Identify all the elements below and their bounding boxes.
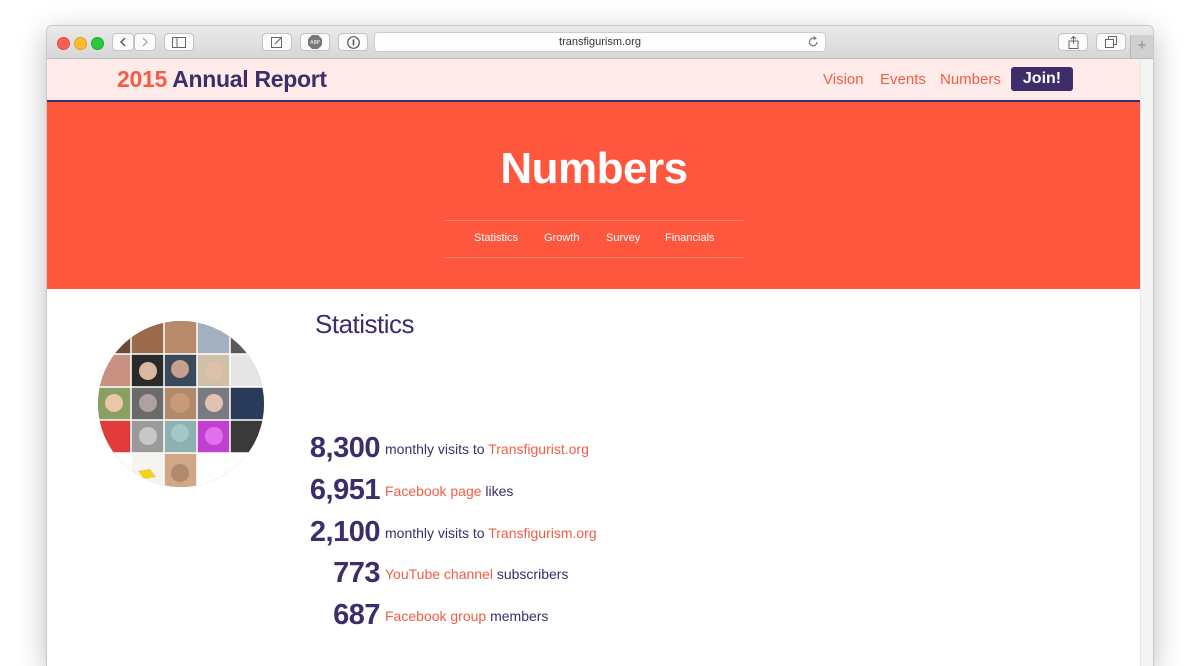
stat-row: 687 Facebook group members: [300, 597, 800, 633]
stat-row: 2,100 monthly visits to Transfigurism.or…: [300, 514, 800, 550]
nav-link-numbers[interactable]: Numbers: [940, 71, 1001, 88]
subnav-link-growth[interactable]: Growth: [544, 232, 579, 244]
collage-image: [98, 321, 264, 487]
subnav-link-survey[interactable]: Survey: [606, 232, 640, 244]
sidebar-icon: [172, 36, 186, 48]
address-bar[interactable]: transfigurism.org: [374, 32, 826, 52]
page-scrollbar-track[interactable]: [1140, 59, 1153, 666]
forward-button[interactable]: [134, 33, 156, 51]
member-photo-collage: [98, 321, 264, 487]
stat-description: Facebook group members: [385, 607, 548, 625]
stat-link-facebook-page[interactable]: Facebook page: [385, 483, 482, 499]
back-button[interactable]: [112, 33, 134, 51]
url-text: transfigurism.org: [559, 36, 641, 48]
new-tab-button[interactable]: +: [1130, 35, 1153, 58]
stat-text-after: members: [490, 608, 549, 624]
subnav-link-financials[interactable]: Financials: [665, 232, 715, 244]
reload-icon[interactable]: [808, 36, 819, 48]
info-icon: [346, 35, 360, 49]
stat-text-before: monthly visits to: [385, 441, 485, 457]
share-button[interactable]: [1058, 33, 1088, 51]
stat-text-after: subscribers: [496, 566, 569, 582]
share-icon: [1068, 35, 1078, 49]
stat-number: 8,300: [309, 432, 381, 464]
stat-description: Facebook page likes: [385, 482, 513, 500]
stat-row: 6,951 Facebook page likes: [300, 472, 800, 508]
tabs-icon: [1105, 36, 1117, 48]
stat-number: 6,951: [309, 474, 381, 506]
edit-icon: [271, 37, 282, 48]
stat-link-youtube-channel[interactable]: YouTube channel: [385, 566, 493, 582]
stat-link-facebook-group[interactable]: Facebook group: [385, 608, 486, 624]
zoom-window-button[interactable]: [91, 37, 104, 50]
stat-description: YouTube channel subscribers: [385, 565, 568, 583]
stat-text-after: likes: [485, 483, 514, 499]
minimize-window-button[interactable]: [74, 37, 87, 50]
nav-link-vision[interactable]: Vision: [823, 71, 864, 88]
brand-title: Annual Report: [172, 66, 327, 92]
info-button[interactable]: [338, 33, 368, 51]
stat-row: 773 YouTube channel subscribers: [300, 555, 800, 591]
subnav-link-statistics[interactable]: Statistics: [474, 232, 518, 244]
join-button[interactable]: Join!: [1011, 67, 1073, 91]
site-navbar: 2015 Annual Report Vision Events Numbers…: [47, 59, 1141, 102]
stat-number: 687: [333, 599, 380, 631]
svg-text:ABP: ABP: [310, 40, 320, 46]
adblock-button[interactable]: ABP: [300, 33, 330, 51]
stat-text-before: monthly visits to: [385, 525, 485, 541]
plus-icon: +: [1137, 37, 1147, 54]
stat-number: 773: [333, 557, 380, 589]
hero-banner: Numbers Statistics Growth Survey Financi…: [47, 102, 1141, 289]
chevron-left-icon: [120, 37, 126, 47]
site-brand[interactable]: 2015 Annual Report: [117, 66, 327, 93]
chevron-right-icon: [142, 37, 148, 47]
stat-number: 2,100: [309, 516, 381, 548]
statistics-heading: Statistics: [315, 309, 415, 339]
stat-row: 8,300 monthly visits to Transfigurist.or…: [300, 430, 800, 466]
stat-description: monthly visits to Transfigurism.org: [385, 524, 597, 542]
stat-link-transfigurist[interactable]: Transfigurist.org: [488, 441, 589, 457]
stat-link-transfigurism[interactable]: Transfigurism.org: [488, 525, 596, 541]
nav-link-events[interactable]: Events: [880, 71, 926, 88]
brand-year: 2015: [117, 66, 167, 92]
sidebar-button[interactable]: [164, 33, 194, 51]
notes-button[interactable]: [262, 33, 292, 51]
adblock-icon: ABP: [308, 35, 322, 49]
tabs-overview-button[interactable]: [1096, 33, 1126, 51]
stat-description: monthly visits to Transfigurist.org: [385, 440, 589, 458]
section-subnav: Statistics Growth Survey Financials: [445, 220, 745, 258]
page-title: Numbers: [500, 144, 688, 193]
browser-toolbar: ABP transfigurism.org +: [47, 26, 1153, 59]
close-window-button[interactable]: [57, 37, 70, 50]
